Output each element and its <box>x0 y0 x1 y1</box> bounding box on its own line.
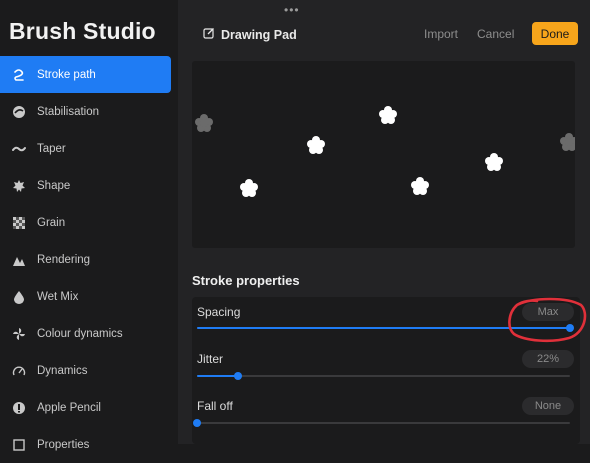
sidebar-item-label: Properties <box>37 438 90 451</box>
spacing-slider-knob[interactable] <box>566 324 574 332</box>
brush-stamp <box>195 114 213 132</box>
jitter-label: Jitter <box>197 352 224 366</box>
sidebar-item-rendering[interactable]: Rendering <box>0 241 171 278</box>
falloff-label: Fall off <box>197 399 233 413</box>
taper-icon <box>11 141 27 157</box>
brush-stamp <box>307 136 325 154</box>
brush-stamp <box>560 133 575 151</box>
sidebar-item-stroke-path[interactable]: Stroke path <box>0 56 171 93</box>
cancel-button[interactable]: Cancel <box>477 27 514 41</box>
sidebar-item-label: Rendering <box>37 253 91 266</box>
done-button[interactable]: Done <box>532 22 578 45</box>
drawing-pad-label: Drawing Pad <box>221 27 297 42</box>
jitter-slider[interactable] <box>197 372 570 380</box>
spacing-slider[interactable] <box>197 324 574 332</box>
jitter-slider-knob[interactable] <box>234 372 243 380</box>
apple-pencil-icon <box>11 400 27 416</box>
sidebar-item-label: Grain <box>37 216 66 229</box>
drawing-pad-button[interactable]: Drawing Pad <box>203 27 297 42</box>
colour-dynamics-icon <box>11 326 27 342</box>
sidebar-item-dynamics[interactable]: Dynamics <box>0 352 171 389</box>
sidebar-item-label: Stroke path <box>37 68 96 81</box>
brush-stamp <box>379 106 397 124</box>
sidebar-item-label: Wet Mix <box>37 290 79 303</box>
brush-stamp <box>240 179 258 197</box>
rendering-icon <box>11 252 27 268</box>
sidebar-item-grain[interactable]: Grain <box>0 204 171 241</box>
jitter-slider-fill <box>197 375 239 377</box>
stroke-path-icon <box>11 67 27 83</box>
sidebar-item-label: Shape <box>37 179 71 192</box>
sidebar-item-wet-mix[interactable]: Wet Mix <box>0 278 171 315</box>
edit-icon <box>203 27 215 42</box>
window-grip[interactable]: ••• <box>284 3 300 17</box>
grain-icon <box>11 215 27 231</box>
app-title: Brush Studio <box>9 18 156 44</box>
sidebar-item-colour-dynamics[interactable]: Colour dynamics <box>0 315 171 352</box>
properties-icon <box>11 437 27 453</box>
brush-stamp <box>411 177 429 195</box>
spacing-value[interactable]: Max <box>522 303 574 321</box>
dynamics-icon <box>11 363 27 379</box>
sidebar-item-label: Stabilisation <box>37 105 100 118</box>
sidebar-item-apple-pencil[interactable]: Apple Pencil <box>0 389 171 426</box>
sidebar-item-shape[interactable]: Shape <box>0 167 171 204</box>
stabilisation-icon <box>11 104 27 120</box>
shape-icon <box>11 178 27 194</box>
sidebar-item-label: Dynamics <box>37 364 88 377</box>
sidebar: Brush Studio Stroke path Stabilisation T… <box>0 0 178 451</box>
sidebar-item-stabilisation[interactable]: Stabilisation <box>0 93 171 130</box>
sidebar-item-label: Taper <box>37 142 66 155</box>
sidebar-item-properties[interactable]: Properties <box>0 426 171 463</box>
sidebar-item-label: Colour dynamics <box>37 327 123 340</box>
brush-stamp <box>485 153 503 171</box>
wet-mix-icon <box>11 289 27 305</box>
import-button[interactable]: Import <box>424 27 458 41</box>
falloff-slider-knob[interactable] <box>193 419 201 427</box>
sidebar-item-taper[interactable]: Taper <box>0 130 171 167</box>
drawing-pad-canvas[interactable] <box>192 61 575 248</box>
falloff-value[interactable]: None <box>522 397 574 415</box>
sidebar-item-label: Apple Pencil <box>37 401 101 414</box>
stroke-properties-title: Stroke properties <box>192 273 300 288</box>
spacing-label: Spacing <box>197 305 241 319</box>
jitter-value[interactable]: 22% <box>522 350 574 368</box>
falloff-slider[interactable] <box>193 419 570 427</box>
spacing-slider-fill <box>197 327 570 329</box>
